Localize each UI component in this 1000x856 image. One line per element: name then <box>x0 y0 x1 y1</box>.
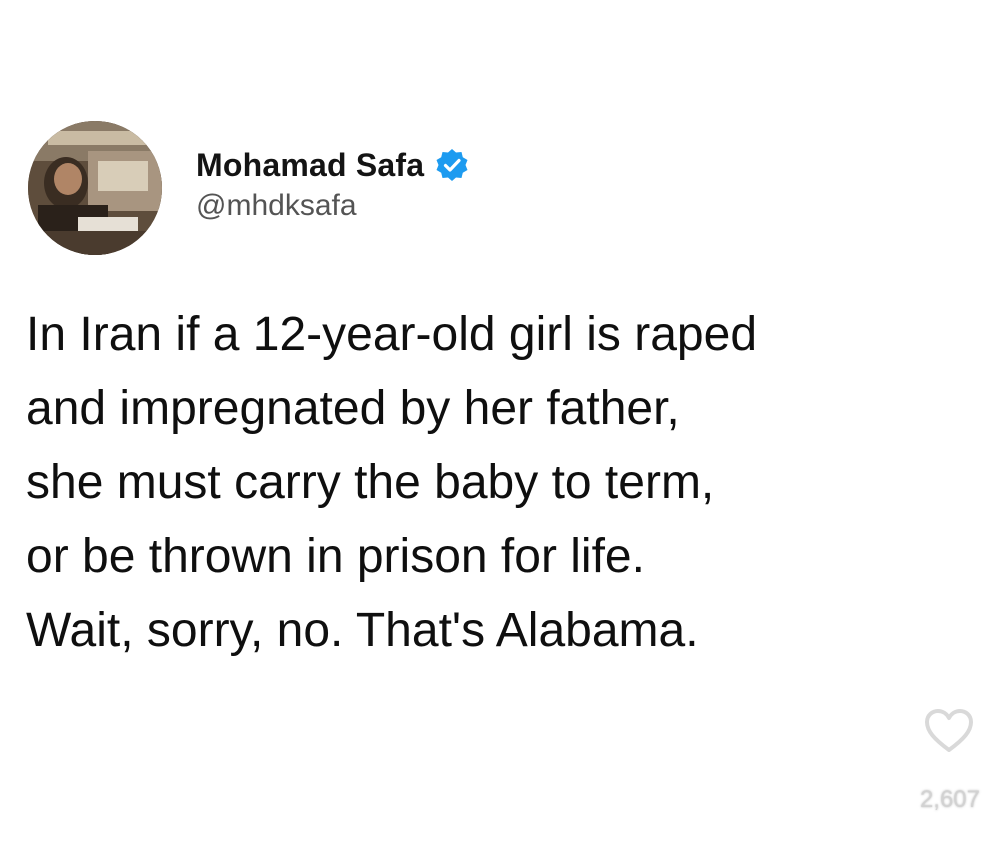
name-row: Mohamad Safa <box>196 143 470 187</box>
like-button[interactable] <box>924 708 974 754</box>
tweet-text-line: In Iran if a 12-year-old girl is raped <box>26 308 758 361</box>
heart-outline-icon <box>925 709 973 752</box>
tweet-screenshot: Mohamad Safa @mhdksafa In Iran if a 12-y… <box>0 0 1000 856</box>
tweet-text-line: Wait, sorry, no. That's Alabama. <box>26 604 699 657</box>
avatar[interactable] <box>28 121 162 255</box>
tweet-text-line: or be thrown in prison for life. <box>26 530 645 583</box>
tweet-text-line: she must carry the baby to term, <box>26 456 715 509</box>
avatar-photo <box>28 121 162 255</box>
tweet-text-line: and impregnated by her father, <box>26 382 680 435</box>
verified-badge-icon <box>436 149 468 181</box>
tweet-body: In Iran if a 12-year-old girl is raped a… <box>26 298 1000 668</box>
author-display-name[interactable]: Mohamad Safa <box>196 147 424 184</box>
author-identity: Mohamad Safa @mhdksafa <box>196 143 470 223</box>
like-count: 2,607 <box>919 786 980 813</box>
author-handle[interactable]: @mhdksafa <box>196 189 470 223</box>
tweet-header: Mohamad Safa @mhdksafa <box>28 121 470 255</box>
